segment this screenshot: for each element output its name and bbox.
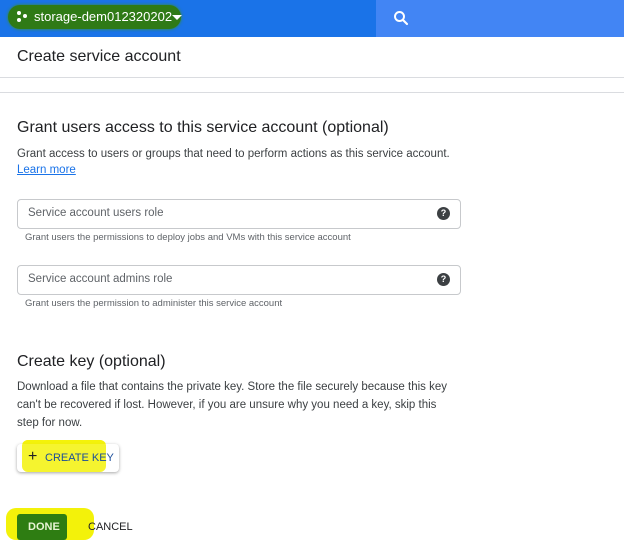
section-divider [0, 92, 624, 93]
done-button[interactable]: DONE [17, 514, 67, 540]
cancel-button[interactable]: CANCEL [88, 521, 133, 533]
create-key-description: Download a file that contains the privat… [17, 381, 447, 429]
search-icon [394, 11, 409, 26]
header-divider [0, 77, 624, 78]
help-icon[interactable]: ? [437, 207, 450, 220]
learn-more-link[interactable]: Learn more [17, 164, 76, 176]
users-role-field[interactable]: ? [17, 199, 461, 229]
project-selector[interactable]: storage-dem012320202 [8, 5, 182, 29]
help-icon[interactable]: ? [437, 273, 450, 286]
admins-role-input[interactable] [26, 272, 410, 286]
top-app-bar: storage-dem012320202 [0, 0, 624, 37]
users-role-hint: Grant users the permissions to deploy jo… [25, 232, 351, 243]
create-key-section-title: Create key (optional) [17, 353, 166, 370]
admins-role-hint: Grant users the permission to administer… [25, 298, 283, 309]
admins-role-field[interactable]: ? [17, 265, 461, 295]
search-box[interactable] [376, 0, 624, 37]
grant-description: Grant access to users or groups that nee… [17, 148, 450, 160]
plus-icon: + [28, 448, 38, 465]
project-name: storage-dem012320202 [34, 9, 173, 24]
create-key-label: CREATE KEY [45, 452, 114, 464]
done-label: DONE [28, 521, 60, 533]
chevron-down-icon [172, 15, 182, 20]
page-title: Create service account [17, 48, 181, 65]
create-key-button[interactable]: + CREATE KEY [17, 440, 119, 472]
users-role-input[interactable] [26, 206, 410, 220]
project-dots-icon [17, 11, 29, 23]
grant-section-title: Grant users access to this service accou… [17, 119, 389, 136]
